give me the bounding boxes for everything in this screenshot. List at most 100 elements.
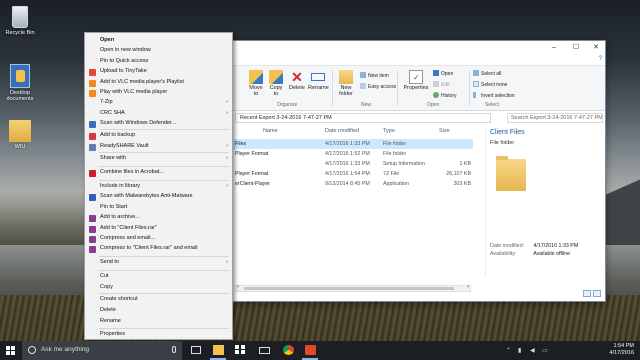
search-input[interactable]: Search Export 3-24-2016 7-47-27 PM bbox=[507, 113, 603, 123]
address-bar[interactable]: Recent Export 3-24-2016 7-47-27 PM bbox=[235, 113, 491, 123]
details-view-icon[interactable] bbox=[583, 290, 591, 297]
context-menu-item[interactable]: Properties bbox=[100, 331, 125, 337]
network-icon[interactable]: ▮ bbox=[518, 347, 521, 354]
minimize-button[interactable]: – bbox=[549, 43, 559, 53]
desktop-icon-documents[interactable]: Desktop documents bbox=[0, 64, 40, 102]
open-button[interactable]: Open bbox=[433, 70, 453, 77]
scrollbar-thumb[interactable] bbox=[244, 287, 454, 290]
file-list-header: Name Date modified Type Size bbox=[233, 127, 473, 137]
column-header-type[interactable]: Type bbox=[383, 128, 395, 134]
microphone-icon[interactable] bbox=[172, 346, 176, 353]
context-menu-item[interactable]: ReadySHARE Vault bbox=[100, 143, 149, 149]
taskbar-recorder[interactable] bbox=[300, 341, 320, 360]
taskbar-chrome[interactable] bbox=[278, 341, 298, 360]
context-menu-item[interactable]: Copy bbox=[100, 284, 113, 290]
context-menu-item[interactable]: CRC SHA bbox=[100, 110, 125, 116]
rar-icon bbox=[89, 226, 96, 233]
edit-button[interactable]: Edit bbox=[433, 81, 450, 88]
context-menu-item[interactable]: Compress to "Client Files.rar" and email bbox=[100, 245, 197, 251]
taskbar-store[interactable] bbox=[230, 341, 250, 360]
scroll-right-icon[interactable]: › bbox=[467, 284, 469, 290]
column-header-name[interactable]: Name bbox=[263, 128, 278, 134]
new-item-button[interactable]: New item bbox=[360, 72, 389, 79]
context-menu-item[interactable]: Scan with Windows Defender... bbox=[100, 120, 176, 126]
desktop-icon-wiu[interactable]: WIU bbox=[0, 120, 40, 150]
horizontal-scrollbar[interactable]: ‹ › bbox=[235, 284, 471, 292]
edit-icon bbox=[433, 81, 439, 87]
clock[interactable]: 1:54 PM 4/17/2016 bbox=[610, 343, 634, 357]
context-menu-item[interactable]: Send to bbox=[100, 259, 119, 265]
scroll-left-icon[interactable]: ‹ bbox=[237, 284, 239, 290]
taskbar-file-explorer[interactable] bbox=[208, 341, 228, 360]
context-menu-item[interactable]: Pin to Start bbox=[100, 204, 127, 210]
column-header-date[interactable]: Date modified bbox=[325, 128, 359, 134]
desktop-icon-label: Desktop documents bbox=[6, 90, 34, 102]
delete-button[interactable]: ✕ Delete bbox=[288, 70, 306, 91]
task-view-button[interactable] bbox=[186, 341, 206, 360]
backup-icon bbox=[89, 133, 96, 140]
context-menu-item[interactable]: 7-Zip bbox=[100, 99, 113, 105]
title-bar[interactable]: – ☐ ✕ bbox=[233, 41, 605, 55]
context-menu-item[interactable]: Add to VLC media player's Playlist bbox=[100, 79, 184, 85]
organize-group-label: Organize bbox=[277, 102, 298, 108]
malwarebytes-icon bbox=[89, 194, 96, 201]
invert-selection-button[interactable]: Invert selection bbox=[473, 92, 515, 99]
tinytake-icon bbox=[89, 69, 96, 76]
file-row[interactable]: Player Format 4/17/2016 1:52 PM File fol… bbox=[233, 149, 473, 159]
context-menu-item[interactable]: Add to "Client Files.rar" bbox=[100, 225, 157, 231]
rar-icon bbox=[89, 246, 96, 253]
submenu-arrow-icon: › bbox=[226, 143, 228, 149]
desktop-icon-recycle-bin[interactable]: Recycle Bin bbox=[0, 6, 40, 36]
file-explorer-icon bbox=[213, 345, 224, 355]
move-to-button[interactable]: Move to bbox=[247, 70, 265, 97]
taskbar-mail[interactable] bbox=[254, 341, 274, 360]
help-icon[interactable]: ? bbox=[599, 56, 602, 62]
taskbar: Ask me anything ⌃ ▮ ◀ ▭ 1:54 PM 4/17/201… bbox=[0, 341, 640, 360]
copy-to-button[interactable]: Copy to bbox=[267, 70, 285, 97]
context-menu-item[interactable]: Combine files in Acrobat... bbox=[100, 169, 164, 175]
context-menu-item[interactable]: Pin to Quick access bbox=[100, 58, 148, 64]
file-row[interactable]: 4/17/2016 1:33 PM Setup Information 1 KB bbox=[233, 159, 473, 169]
show-hidden-icons-icon[interactable]: ⌃ bbox=[506, 347, 511, 354]
battery-icon[interactable]: ▭ bbox=[542, 347, 548, 354]
menu-separator bbox=[99, 328, 229, 329]
recorder-icon bbox=[305, 345, 316, 355]
context-menu-item[interactable]: Add to backup bbox=[100, 132, 135, 138]
properties-button[interactable]: ✓ Properties bbox=[403, 70, 429, 91]
context-menu-item[interactable]: Include in library bbox=[100, 183, 140, 189]
rename-button[interactable]: Rename bbox=[308, 70, 329, 91]
maximize-button[interactable]: ☐ bbox=[571, 43, 581, 53]
volume-icon[interactable]: ◀ bbox=[530, 347, 535, 354]
history-button[interactable]: History bbox=[433, 92, 457, 99]
file-row[interactable]: Files 4/17/2016 1:33 PM File folder bbox=[233, 139, 473, 149]
context-menu-item[interactable]: Play with VLC media player bbox=[100, 89, 167, 95]
select-none-button[interactable]: Select none bbox=[473, 81, 507, 88]
context-menu-item[interactable]: Scan with Malwarebytes Anti-Malware bbox=[100, 193, 193, 199]
context-menu-item[interactable]: Open bbox=[100, 37, 114, 43]
context-menu-item[interactable]: Rename bbox=[100, 318, 121, 324]
menu-separator bbox=[99, 152, 229, 153]
cortana-search-box[interactable]: Ask me anything bbox=[22, 341, 182, 360]
large-icons-view-icon[interactable] bbox=[593, 290, 601, 297]
context-menu-item[interactable]: Upload to TinyTake bbox=[100, 68, 147, 74]
menu-separator bbox=[99, 270, 229, 271]
context-menu-item[interactable]: Cut bbox=[100, 273, 109, 279]
close-button[interactable]: ✕ bbox=[591, 43, 601, 53]
start-button[interactable] bbox=[0, 341, 22, 360]
store-icon bbox=[235, 345, 246, 355]
context-menu-item[interactable]: Share with bbox=[100, 155, 126, 161]
delete-icon: ✕ bbox=[291, 69, 303, 85]
select-all-button[interactable]: Select all bbox=[473, 70, 501, 77]
context-menu-item[interactable]: Create shortcut bbox=[100, 296, 138, 302]
column-header-size[interactable]: Size bbox=[439, 128, 450, 134]
context-menu-item[interactable]: Delete bbox=[100, 307, 116, 313]
context-menu-item[interactable]: Compress and email... bbox=[100, 235, 155, 241]
file-row[interactable]: Player Format 4/17/2016 1:54 PM 7Z File … bbox=[233, 169, 473, 179]
new-folder-button[interactable]: New folder bbox=[335, 70, 357, 97]
context-menu-item[interactable]: Add to archive... bbox=[100, 214, 140, 220]
context-menu-item[interactable]: Open in new window bbox=[100, 47, 151, 53]
copy-to-icon bbox=[269, 70, 283, 84]
file-row[interactable]: erClient-Player 9/12/2014 8:45 PM Applic… bbox=[233, 179, 473, 189]
easy-access-button[interactable]: Easy access bbox=[360, 83, 396, 90]
edit-label: Edit bbox=[441, 82, 450, 88]
